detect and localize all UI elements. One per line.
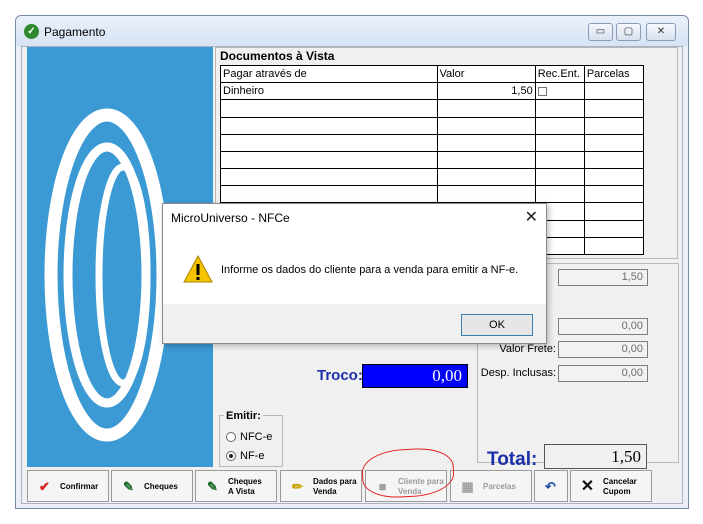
subtotal-field[interactable]: 1,50 — [558, 269, 648, 286]
total-field: 1,50 — [544, 444, 647, 469]
table-row[interactable] — [220, 150, 645, 170]
cell-parcelas[interactable] — [583, 82, 645, 101]
nfe-radio[interactable] — [226, 451, 236, 461]
dialog-message: Informe os dados do cliente para a venda… — [221, 264, 519, 276]
checkmark-app-icon: ✓ — [24, 24, 39, 39]
col-header-parcelas: Parcelas — [583, 64, 645, 84]
col-header-valor: Valor — [436, 64, 536, 84]
dialog-footer: OK — [163, 304, 546, 343]
troco-field[interactable]: 0,00 — [362, 364, 468, 388]
undo-icon: ↶ — [545, 479, 556, 494]
table-row[interactable] — [220, 133, 645, 152]
ok-button[interactable]: OK — [461, 314, 533, 336]
emitir-title: Emitir: — [224, 410, 263, 422]
discount-field[interactable]: 0,00 — [558, 318, 648, 335]
cancel-x-icon: ✕ — [580, 478, 595, 495]
desp-inclusas-field[interactable]: 0,00 — [558, 365, 648, 382]
confirmar-button[interactable]: ✔ Confirmar — [27, 470, 109, 502]
valor-frete-field[interactable]: 0,00 — [558, 341, 648, 358]
nfce-radio-label[interactable]: NFC-e — [240, 431, 272, 443]
window-title: Pagamento — [44, 25, 106, 39]
dados-para-venda-button[interactable]: ✏ Dados para Venda — [280, 470, 362, 502]
cheque-icon: ✎ — [123, 479, 134, 494]
cheques-a-vista-button[interactable]: ✎ Cheques A Vista — [195, 470, 277, 502]
total-label: Total: — [487, 449, 538, 470]
nfce-radio[interactable] — [226, 432, 236, 442]
installments-icon: ▦ — [461, 479, 474, 494]
cell-pagar[interactable]: Dinheiro — [220, 82, 438, 101]
nfce-dialog: MicroUniverso - NFCe ✕ Informe os dados … — [162, 203, 547, 344]
table-row[interactable] — [220, 168, 645, 187]
grid-header-row: Pagar através de Valor Rec.Ent. Parcelas — [220, 64, 645, 84]
cheque-icon: ✎ — [207, 479, 218, 494]
close-button[interactable]: ✕ — [646, 23, 676, 41]
col-header-pagar: Pagar através de — [220, 64, 438, 84]
dialog-close-button[interactable]: ✕ — [525, 207, 538, 227]
undo-button[interactable]: ↶ — [534, 470, 568, 502]
table-row[interactable] — [220, 99, 645, 118]
table-row[interactable]: Dinheiro 1,50 — [220, 82, 645, 101]
table-row[interactable] — [220, 116, 645, 135]
cell-rec-ent[interactable] — [534, 82, 585, 101]
troco-label: Troco: — [317, 367, 363, 384]
dialog-title: MicroUniverso - NFCe — [171, 211, 290, 225]
cell-valor[interactable]: 1,50 — [436, 82, 536, 101]
pencil-icon: ✏ — [292, 479, 303, 494]
cancelar-cupom-button[interactable]: ✕ Cancelar Cupom — [570, 470, 652, 502]
desp-inclusas-label: Desp. Inclusas: — [480, 367, 556, 379]
documentos-title: Documentos à Vista — [220, 49, 335, 63]
warning-icon — [183, 255, 213, 283]
cheques-button[interactable]: ✎ Cheques — [111, 470, 193, 502]
parcelas-button[interactable]: ▦ Parcelas — [450, 470, 532, 502]
maximize-button[interactable]: ▢ — [616, 23, 641, 41]
nfe-radio-label[interactable]: NF-e — [240, 450, 264, 462]
valor-frete-label: Valor Frete: — [499, 343, 556, 355]
rec-ent-checkbox[interactable] — [537, 86, 547, 96]
title-bar: ✓ Pagamento ▭ ▢ ✕ — [16, 16, 688, 46]
col-header-rec-ent: Rec.Ent. — [534, 64, 585, 84]
checkmark-icon: ✔ — [39, 479, 50, 494]
table-row[interactable] — [220, 185, 645, 204]
minimize-button[interactable]: ▭ — [588, 23, 613, 41]
emitir-group: Emitir: NFC-e NF-e — [219, 410, 283, 467]
